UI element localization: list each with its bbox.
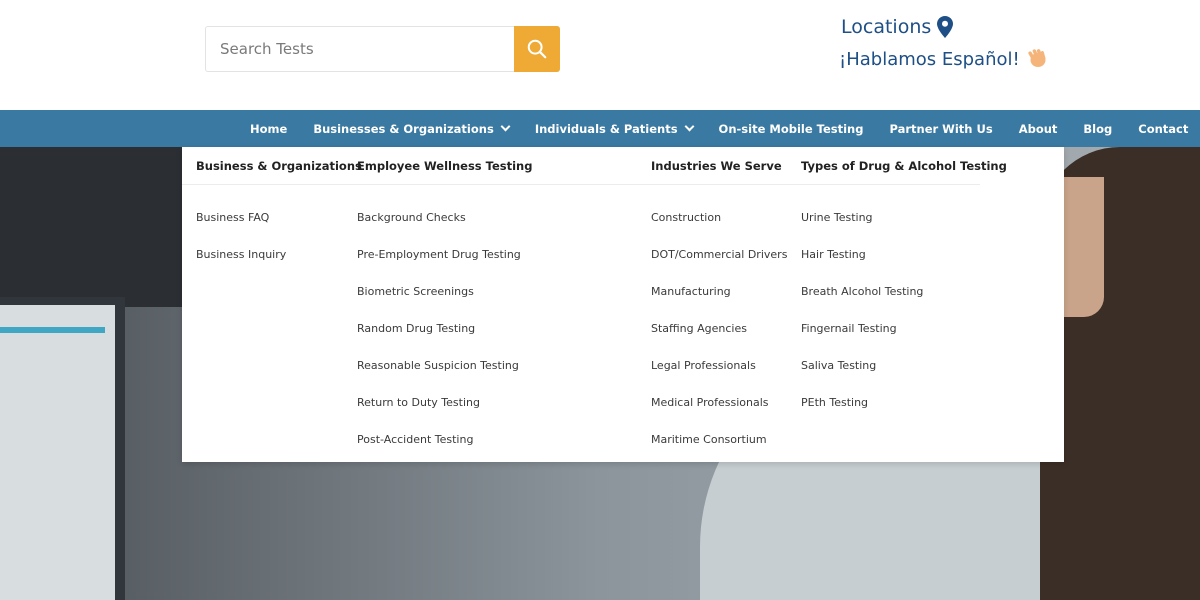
menu-link[interactable]: Breath Alcohol Testing	[801, 286, 1007, 323]
menu-link-list: Construction DOT/Commercial Drivers Manu…	[651, 212, 787, 471]
nav-item-label: Blog	[1083, 121, 1113, 136]
locations-label: Locations	[841, 16, 932, 38]
waving-hand-icon	[1028, 49, 1046, 67]
map-pin-icon	[937, 16, 954, 38]
nav-item-label: Contact	[1138, 121, 1189, 136]
menu-link[interactable]: Fingernail Testing	[801, 323, 1007, 360]
main-nav: Home Businesses & Organizations Individu…	[250, 110, 1188, 147]
menu-link-list: Urine Testing Hair Testing Breath Alcoho…	[801, 212, 1007, 434]
hero-dark-area	[0, 147, 190, 307]
menu-link[interactable]: Return to Duty Testing	[357, 397, 532, 434]
search-icon	[527, 39, 547, 59]
site-header: Locations ¡Hablamos Español!	[0, 0, 1200, 110]
search-button[interactable]	[514, 26, 560, 72]
nav-item-label: On-site Mobile Testing	[718, 121, 864, 136]
main-nav-bar: Home Businesses & Organizations Individu…	[0, 110, 1200, 147]
spanish-label: ¡Hablamos Español!	[839, 48, 1020, 70]
menu-column-testing-types: Types of Drug & Alcohol Testing Urine Te…	[801, 147, 1007, 434]
menu-link[interactable]: Biometric Screenings	[357, 286, 532, 323]
menu-link[interactable]: Business FAQ	[196, 212, 362, 249]
menu-column-heading: Employee Wellness Testing	[357, 159, 533, 173]
menu-link[interactable]: Manufacturing	[651, 286, 787, 323]
menu-link[interactable]: Maritime Consortium	[651, 434, 787, 471]
menu-link[interactable]: Medical Professionals	[651, 397, 787, 434]
nav-item-label: Businesses & Organizations	[313, 121, 494, 136]
hero-screen-line	[0, 327, 105, 333]
nav-item-label: Partner With Us	[889, 121, 993, 136]
menu-link[interactable]: Saliva Testing	[801, 360, 1007, 397]
nav-item-onsite-mobile[interactable]: On-site Mobile Testing	[719, 122, 864, 136]
hero-person-face	[1064, 177, 1104, 317]
menu-column-heading: Industries We Serve	[651, 159, 782, 173]
menu-link[interactable]: Post-Accident Testing	[357, 434, 532, 471]
menu-link[interactable]: Hair Testing	[801, 249, 1007, 286]
menu-column-business: Business & Organizations Business FAQ Bu…	[196, 147, 362, 286]
nav-item-home[interactable]: Home	[250, 122, 287, 136]
menu-link[interactable]: Urine Testing	[801, 212, 1007, 249]
locations-link[interactable]: Locations	[841, 16, 954, 38]
menu-link[interactable]: Business Inquiry	[196, 249, 362, 286]
nav-item-label: Individuals & Patients	[534, 121, 678, 136]
nav-item-individuals[interactable]: Individuals & Patients	[534, 121, 694, 136]
menu-link[interactable]: PEth Testing	[801, 397, 1007, 434]
spanish-link[interactable]: ¡Hablamos Español!	[839, 48, 1048, 70]
menu-column-industries: Industries We Serve Construction DOT/Com…	[651, 147, 787, 471]
menu-link[interactable]: Staffing Agencies	[651, 323, 787, 360]
menu-link[interactable]: Reasonable Suspicion Testing	[357, 360, 532, 397]
nav-item-contact[interactable]: Contact	[1138, 122, 1188, 136]
nav-item-businesses[interactable]: Businesses & Organizations	[313, 121, 511, 136]
nav-item-about[interactable]: About	[1019, 122, 1058, 136]
nav-item-label: Home	[250, 121, 288, 136]
hero-monitor	[0, 297, 125, 600]
businesses-mega-menu: Business & Organizations Business FAQ Bu…	[182, 147, 1064, 462]
nav-item-partner[interactable]: Partner With Us	[889, 122, 992, 136]
chevron-down-icon	[500, 121, 511, 132]
search-form	[205, 26, 560, 72]
nav-item-blog[interactable]: Blog	[1083, 122, 1112, 136]
menu-link-list: Business FAQ Business Inquiry	[196, 212, 362, 286]
menu-link[interactable]: Pre-Employment Drug Testing	[357, 249, 532, 286]
search-input[interactable]	[205, 26, 514, 72]
menu-column-employee-wellness: Employee Wellness Testing Background Che…	[357, 147, 532, 471]
menu-column-heading: Types of Drug & Alcohol Testing	[801, 159, 1007, 173]
menu-link[interactable]: Random Drug Testing	[357, 323, 532, 360]
menu-link-list: Background Checks Pre-Employment Drug Te…	[357, 212, 532, 471]
menu-link[interactable]: DOT/Commercial Drivers	[651, 249, 787, 286]
menu-column-heading: Business & Organizations	[196, 159, 362, 173]
nav-item-label: About	[1018, 121, 1058, 136]
menu-link[interactable]: Construction	[651, 212, 787, 249]
menu-link[interactable]: Legal Professionals	[651, 360, 787, 397]
menu-link[interactable]: Background Checks	[357, 212, 532, 249]
chevron-down-icon	[684, 121, 694, 132]
